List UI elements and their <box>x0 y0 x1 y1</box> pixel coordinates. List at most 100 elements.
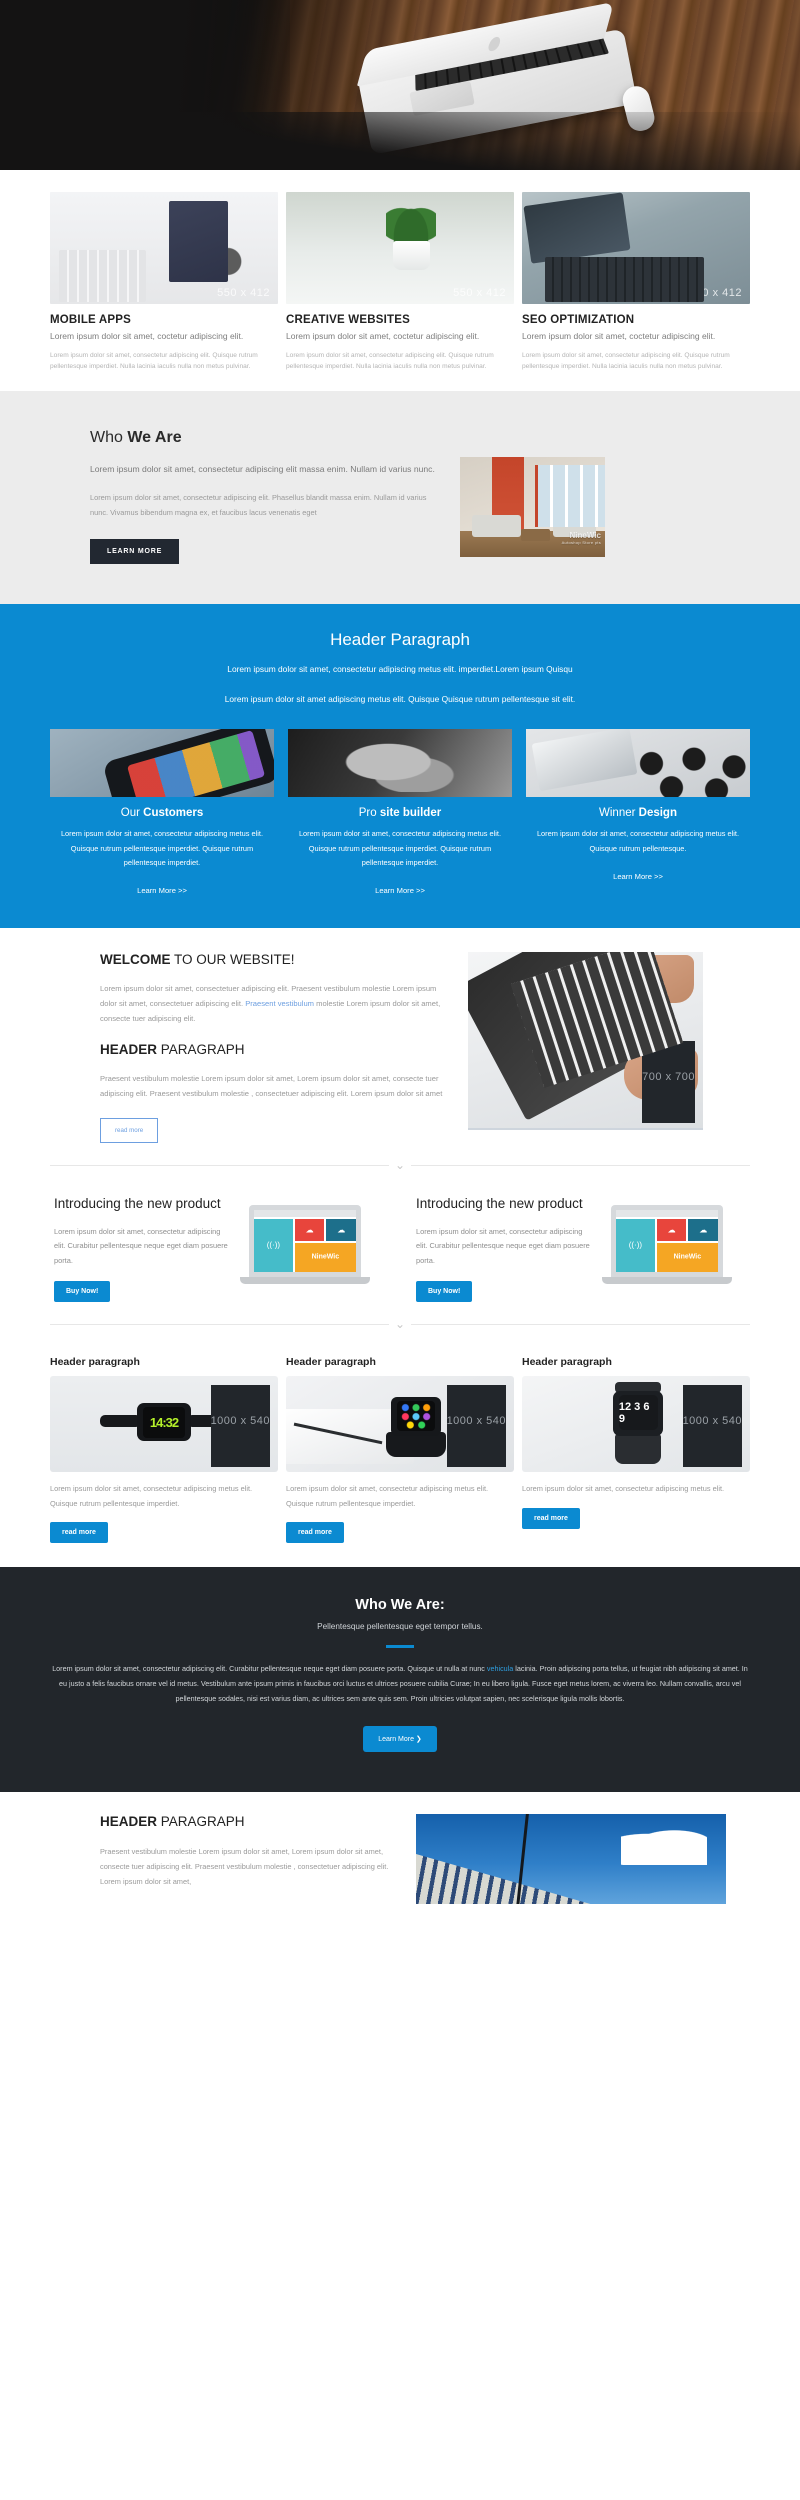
heading-bold: We Are <box>127 428 182 446</box>
service-title: CREATIVE WEBSITES <box>286 314 410 326</box>
service-thumbnail: 550 x 412 <box>286 192 514 304</box>
blue-feature-card: Pro site builder Lorem ipsum dolor sit a… <box>288 729 512 897</box>
blue-card-thumbnail <box>50 729 274 798</box>
brand-tile <box>294 1242 356 1272</box>
read-more-button[interactable]: read more <box>286 1522 344 1543</box>
service-title: MOBILE APPS <box>50 314 132 326</box>
product-laptop-illustration <box>602 1204 732 1284</box>
blue-heading: Header Paragraph <box>330 629 470 649</box>
read-more-button[interactable]: read more <box>100 1117 159 1143</box>
welcome-image: 700 x 700 <box>468 951 703 1130</box>
who-we-are-section: Who We Are Lorem ipsum dolor sit amet, c… <box>0 390 800 604</box>
card-body: Lorem ipsum dolor sit amet, consectetur … <box>50 1484 253 1508</box>
brand-tile <box>656 1242 718 1272</box>
services-section: 550 x 412 MOBILE APPS Lorem ipsum dolor … <box>0 170 800 391</box>
service-lead: Lorem ipsum dolor sit amet, coctetur adi… <box>522 331 716 341</box>
image-placeholder-label: 550 x 412 <box>689 287 742 299</box>
image-placeholder-label: 550 x 412 <box>453 287 506 299</box>
image-placeholder-label: 700 x 700 <box>642 1040 695 1123</box>
product-body: Lorem ipsum dolor sit amet, consectetur … <box>54 1226 228 1265</box>
card-thumbnail: 14:32 1000 x 540 <box>50 1376 278 1473</box>
card-thumbnail: 12 3 6 9 1000 x 540 <box>522 1376 750 1473</box>
product-heading: Introducing the new product <box>54 1195 221 1211</box>
buy-now-button[interactable]: Buy Now! <box>416 1281 473 1303</box>
blue-feature-card: Winner Design Lorem ipsum dolor sit amet… <box>526 729 750 897</box>
blue-card-learn-more-link[interactable]: Learn More >> <box>137 886 187 895</box>
landing-page: 550 x 412 MOBILE APPS Lorem ipsum dolor … <box>0 0 800 1905</box>
service-thumbnail: 550 x 412 <box>50 192 278 304</box>
service-card: 550 x 412 SEO OPTIMIZATION Lorem ipsum d… <box>522 192 750 373</box>
blue-card-thumbnail <box>526 729 750 798</box>
blue-card-title: Pro site builder <box>358 807 442 820</box>
cloud-icon <box>294 1218 325 1241</box>
dark-copy: Lorem ipsum dolor sit amet, consectetur … <box>52 1664 748 1703</box>
product-section: Introducing the new product Lorem ipsum … <box>0 1186 800 1303</box>
welcome-heading: WELCOME TO OUR WEBSITE! <box>100 951 295 967</box>
footer-heading: HEADER PARAGRAPH <box>100 1814 245 1830</box>
image-placeholder-label: 1000 x 540 <box>446 1385 506 1468</box>
footer-body: Praesent vestibulum molestie Lorem ipsum… <box>100 1847 389 1886</box>
inline-link[interactable]: vehicula <box>487 1664 513 1673</box>
welcome-paragraph-b: Praesent vestibulum molestie Lorem ipsum… <box>100 1074 443 1099</box>
footer-image <box>416 1814 726 1905</box>
who-we-are-heading: Who We Are <box>90 429 440 447</box>
blue-card-learn-more-link[interactable]: Learn More >> <box>375 886 425 895</box>
welcome-paragraph-a: Lorem ipsum dolor sit amet, consectetuer… <box>100 983 441 1024</box>
inline-link[interactable]: Praesent vestibulum <box>245 999 314 1008</box>
service-card: 550 x 412 MOBILE APPS Lorem ipsum dolor … <box>50 192 278 373</box>
image-placeholder-label: 1000 x 540 <box>210 1385 270 1468</box>
dark-tagline: Pellentesque pellentesque eget tempor te… <box>317 1622 483 1631</box>
welcome-subheading: HEADER PARAGRAPH <box>100 1042 245 1058</box>
blog-cards-section: Header paragraph 14:32 1000 x 540 Lorem … <box>0 1346 800 1567</box>
service-body: Lorem ipsum dolor sit amet, consectetur … <box>522 352 730 371</box>
hero-banner <box>0 0 800 170</box>
heading-light: Who <box>90 428 128 446</box>
hero-vignette-bottom <box>0 112 800 170</box>
wifi-icon <box>254 1218 293 1272</box>
blue-card-body: Lorem ipsum dolor sit amet, consectetur … <box>536 829 740 853</box>
read-more-button[interactable]: read more <box>522 1507 580 1529</box>
cloud-icon <box>326 1218 356 1241</box>
who-we-are-lead: Lorem ipsum dolor sit amet, consectetur … <box>90 463 435 474</box>
card-title: Header paragraph <box>522 1356 612 1369</box>
section-divider: ⌄ <box>0 1143 800 1187</box>
footer-header-paragraph-section: HEADER PARAGRAPH Praesent vestibulum mol… <box>0 1792 800 1905</box>
welcome-section: WELCOME TO OUR WEBSITE! Lorem ipsum dolo… <box>0 927 800 1143</box>
watch-face-time: 12 3 6 9 <box>618 1395 658 1430</box>
product-heading: Introducing the new product <box>416 1195 583 1211</box>
product-laptop-illustration <box>240 1204 370 1284</box>
product-card: Introducing the new product Lorem ipsum … <box>50 1195 388 1303</box>
blue-card-thumbnail <box>288 729 512 798</box>
card-body: Lorem ipsum dolor sit amet, consectetur … <box>286 1484 489 1508</box>
image-placeholder-label: 1000 x 540 <box>682 1385 742 1468</box>
service-thumbnail: 550 x 412 <box>522 192 750 304</box>
image-placeholder-label: 550 x 412 <box>217 287 270 299</box>
learn-more-button[interactable]: LEARN MORE <box>90 538 180 564</box>
section-divider: ⌄ <box>0 1302 800 1346</box>
read-more-button[interactable]: read more <box>50 1522 108 1543</box>
blog-card: Header paragraph 14:32 1000 x 540 Lorem … <box>50 1356 278 1543</box>
cloud-icon <box>688 1218 718 1241</box>
blue-card-learn-more-link[interactable]: Learn More >> <box>613 872 663 881</box>
blue-subtitle-secondary: Lorem ipsum dolor sit amet adipiscing me… <box>224 693 576 704</box>
blue-subtitle-primary: Lorem ipsum dolor sit amet, consectetur … <box>227 663 573 674</box>
cloud-icon <box>656 1218 687 1241</box>
blue-card-body: Lorem ipsum dolor sit amet, consectetur … <box>298 829 502 867</box>
product-body: Lorem ipsum dolor sit amet, consectetur … <box>416 1226 590 1265</box>
who-we-are-image: NineWic Autoshop Store pts <box>460 456 605 557</box>
service-lead: Lorem ipsum dolor sit amet, coctetur adi… <box>50 331 244 341</box>
blue-feature-card: Our Customers Lorem ipsum dolor sit amet… <box>50 729 274 897</box>
card-thumbnail: 1000 x 540 <box>286 1376 514 1473</box>
chevron-down-icon[interactable]: ⌄ <box>389 1156 411 1173</box>
accent-rule <box>386 1645 414 1648</box>
blog-card: Header paragraph 12 3 6 9 1000 x 540 Lor… <box>522 1356 750 1543</box>
buy-now-button[interactable]: Buy Now! <box>54 1281 111 1303</box>
card-title: Header paragraph <box>50 1356 140 1369</box>
blue-feature-section: Header Paragraph Lorem ipsum dolor sit a… <box>0 603 800 928</box>
chevron-down-icon[interactable]: ⌄ <box>389 1316 411 1333</box>
learn-more-button[interactable]: Learn More ❯ <box>363 1726 437 1753</box>
dark-heading: Who We Are: <box>355 1597 445 1613</box>
service-lead: Lorem ipsum dolor sit amet, coctetur adi… <box>286 331 480 341</box>
wifi-icon <box>616 1218 655 1272</box>
dark-who-we-are-section: Who We Are: Pellentesque pellentesque eg… <box>0 1567 800 1793</box>
